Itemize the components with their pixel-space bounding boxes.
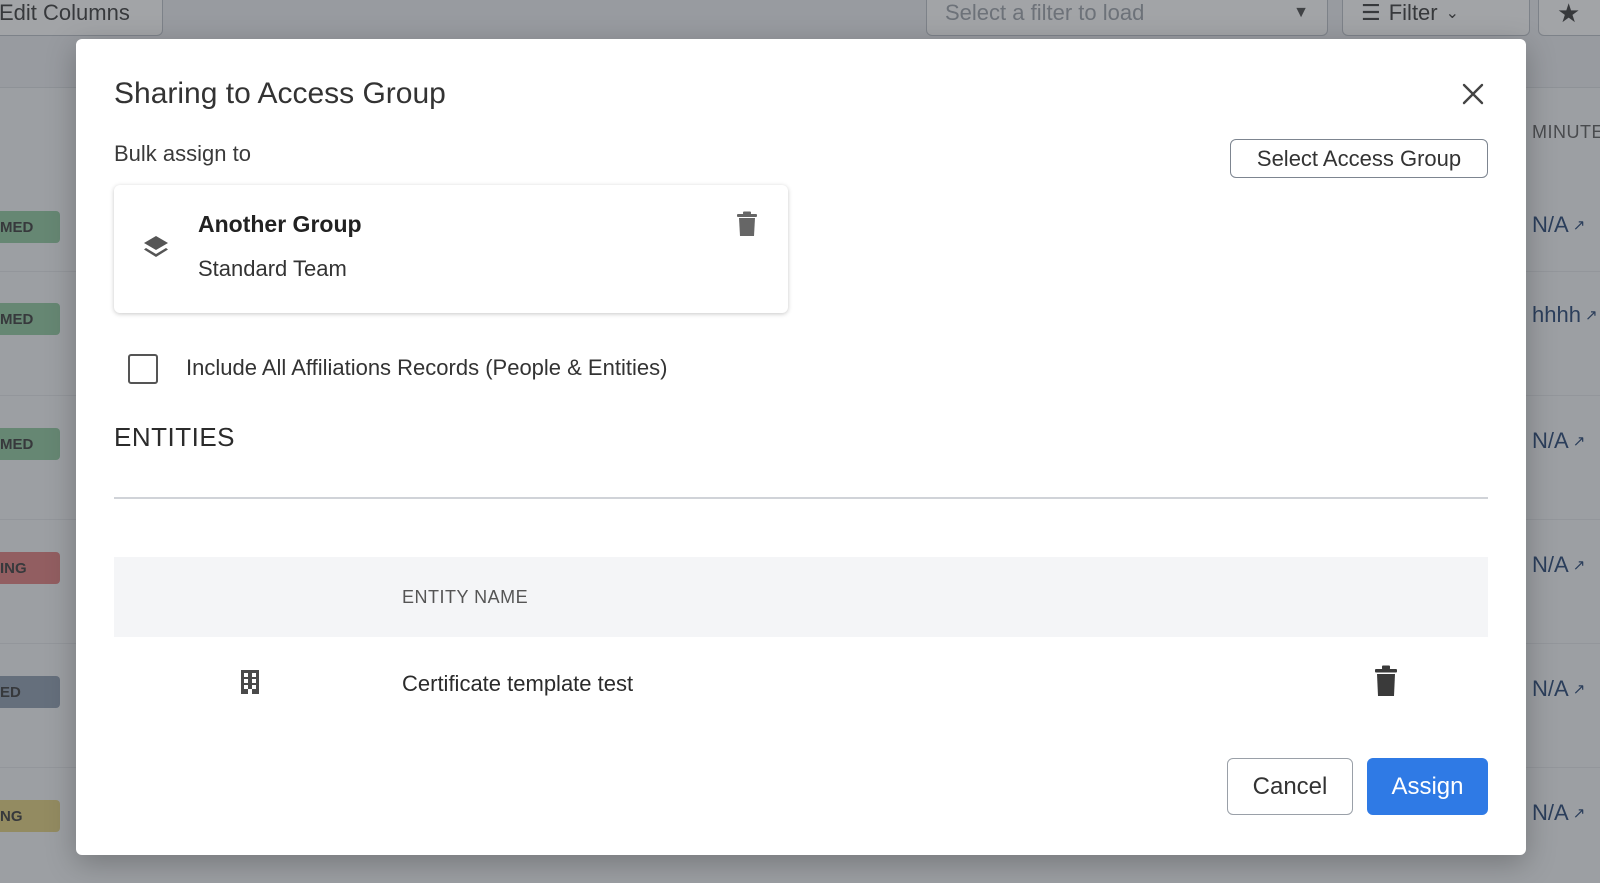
modal-title: Sharing to Access Group [114,77,446,110]
group-card: Another Group Standard Team [114,185,788,313]
building-icon [241,670,259,694]
divider [114,497,1488,499]
sharing-modal: Sharing to Access Group Bulk assign to S… [76,39,1526,855]
entities-section-title: ENTITIES [114,422,236,452]
group-name: Another Group [198,211,362,237]
column-header-entity-name: ENTITY NAME [402,587,529,607]
close-icon [1462,83,1484,105]
close-button[interactable] [1456,77,1490,111]
trash-icon[interactable] [736,211,758,237]
assign-button[interactable]: Assign [1367,758,1488,815]
layers-icon [144,236,168,257]
entity-name: Certificate template test [402,671,634,696]
entities-table-header: ENTITY NAME [114,557,1488,637]
select-access-group-button[interactable]: Select Access Group [1230,139,1488,178]
trash-icon[interactable] [1374,665,1398,697]
include-affiliations-checkbox[interactable] [128,354,158,384]
include-affiliations-label: Include All Affiliations Records (People… [186,355,668,380]
cancel-button[interactable]: Cancel [1227,758,1353,815]
bulk-assign-label: Bulk assign to [114,141,251,166]
entity-row: Certificate template test [114,637,1488,729]
group-subtitle: Standard Team [198,256,347,281]
